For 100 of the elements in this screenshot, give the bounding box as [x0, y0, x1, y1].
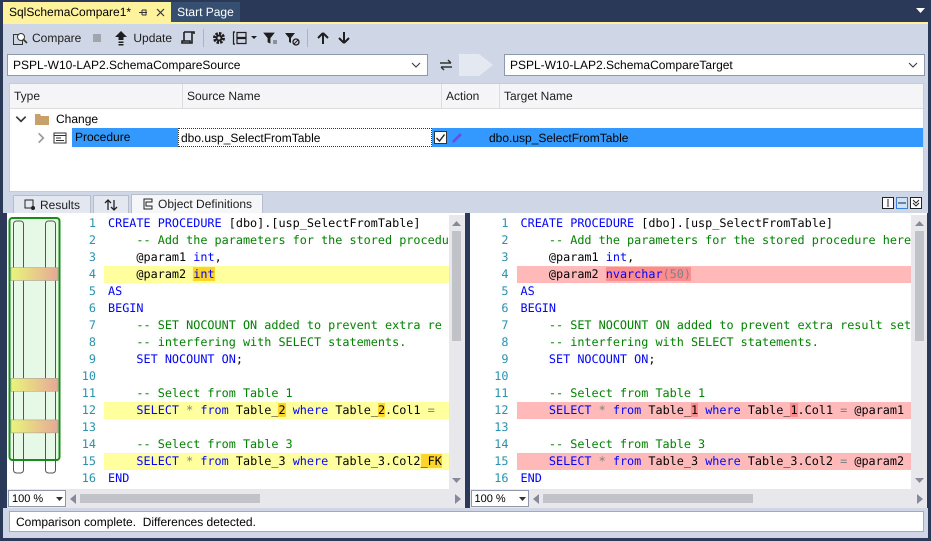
zoom-dropdown[interactable]: 100 % [8, 490, 66, 507]
swap-icon[interactable] [439, 58, 453, 70]
code-line: -- interfering with SELECT statements. [548, 334, 820, 351]
type-cell[interactable]: Procedure [72, 128, 178, 147]
line-number: 8 [88, 334, 96, 351]
dropdown-arrow-icon[interactable] [56, 496, 63, 500]
code-line: -- SET NOCOUNT ON added to prevent extra result set [548, 317, 911, 334]
group-by-icon[interactable] [232, 30, 258, 46]
down-arrow-icon[interactable] [336, 30, 352, 46]
settings-icon[interactable] [211, 30, 228, 46]
folder-icon [34, 112, 50, 126]
line-number: 6 [500, 300, 508, 317]
result-tab[interactable]: Object Definitions [131, 194, 264, 213]
filter-icon[interactable] [263, 30, 280, 46]
code-line: BEGIN [520, 300, 558, 317]
include-checkbox[interactable] [434, 131, 447, 144]
code-line: BEGIN [107, 300, 145, 317]
line-number: 3 [88, 249, 96, 266]
code-line: CREATE PROCEDURE [dbo].[usp_SelectFromTable] [520, 215, 834, 232]
scroll-down-icon[interactable] [914, 476, 924, 485]
scroll-down-icon[interactable] [452, 476, 461, 485]
script-icon[interactable] [180, 30, 196, 46]
source-name-cell[interactable]: dbo.usp_SelectFromTable [178, 128, 432, 147]
line-number: 11 [80, 385, 96, 402]
scroll-right-icon[interactable] [454, 494, 460, 504]
line-number: 7 [500, 317, 508, 334]
column-header[interactable]: Source Name [183, 84, 442, 108]
line-number: 8 [500, 334, 508, 351]
code-line: -- Add the parameters for the stored procedu [135, 232, 448, 249]
tab-list-icon[interactable] [916, 8, 925, 14]
update-button[interactable]: Update [110, 28, 176, 48]
sort-arrows-icon [104, 198, 118, 210]
line-number: 1 [500, 215, 508, 232]
line-number: 9 [500, 351, 508, 368]
line-number: 4 [500, 266, 508, 283]
scroll-thumb[interactable] [452, 231, 461, 341]
column-header[interactable]: Action [442, 84, 500, 108]
line-number: 15 [493, 453, 508, 470]
pin-icon[interactable] [139, 8, 148, 16]
close-icon[interactable] [156, 8, 166, 16]
scroll-thumb[interactable] [80, 494, 260, 503]
scroll-right-icon[interactable] [917, 494, 923, 504]
compare-button[interactable]: Compare [9, 28, 84, 48]
vertical-scrollbar[interactable] [911, 215, 927, 489]
line-number: 16 [80, 470, 96, 487]
group-label: Change [56, 112, 98, 126]
line-number: 2 [500, 232, 508, 249]
code-line: SET NOCOUNT ON; [548, 351, 656, 368]
column-header[interactable]: Target Name [500, 84, 923, 108]
line-number: 14 [493, 436, 508, 453]
zoom-dropdown[interactable]: 100 % [470, 490, 528, 507]
line-number: 12 [493, 402, 508, 419]
sort-tab[interactable] [93, 195, 130, 213]
line-number: 15 [80, 453, 96, 470]
scroll-left-icon[interactable] [532, 494, 538, 504]
code-line: -- Add the parameters for the stored procedure here [548, 232, 911, 249]
line-number: 10 [493, 368, 508, 385]
line-number: 14 [80, 436, 96, 453]
line-number: 11 [493, 385, 508, 402]
code-line: -- Select from Table 1 [548, 385, 706, 402]
code-line: -- Select from Table 1 [135, 385, 294, 402]
target-dropdown[interactable]: PSPL-W10-LAP2.SchemaCompareTarget [504, 54, 925, 76]
upload-arrow-icon[interactable] [113, 30, 130, 46]
scroll-thumb[interactable] [542, 494, 752, 503]
code-line: END [520, 470, 543, 487]
line-number: 6 [88, 300, 96, 317]
scroll-left-icon[interactable] [70, 494, 76, 504]
line-number: 13 [80, 419, 96, 436]
line-number: 7 [88, 317, 96, 334]
result-tab[interactable]: Results [13, 195, 92, 213]
code-line: END [107, 470, 130, 487]
code-line: -- Select from Table 3 [548, 436, 706, 453]
column-header[interactable]: Type [10, 84, 183, 108]
code-line: CREATE PROCEDURE [dbo].[usp_SelectFromTable] [107, 215, 422, 232]
up-arrow-icon[interactable] [315, 30, 332, 46]
line-number: 16 [493, 470, 508, 487]
line-number: 5 [500, 283, 508, 300]
code-line: -- SET NOCOUNT ON added to prevent extra re [135, 317, 443, 334]
status-text: Comparison complete. Differences detected. [9, 511, 924, 532]
vertical-scrollbar[interactable] [448, 215, 464, 489]
definitions-icon [142, 198, 154, 210]
scroll-thumb[interactable] [914, 231, 924, 341]
document-tab[interactable]: SqlSchemaCompare1* [3, 2, 172, 22]
line-number: 12 [80, 402, 96, 419]
code-line: AS [520, 283, 536, 300]
dropdown-arrow-icon[interactable] [518, 496, 526, 500]
line-number: 5 [88, 283, 96, 300]
code-line: SET NOCOUNT ON; [135, 351, 244, 368]
line-number: 9 [88, 351, 96, 368]
results-icon [24, 198, 36, 210]
scroll-up-icon[interactable] [452, 219, 461, 228]
source-dropdown[interactable]: PSPL-W10-LAP2.SchemaCompareSource [7, 54, 428, 76]
scroll-up-icon[interactable] [914, 219, 924, 228]
line-number: 4 [88, 266, 96, 283]
document-tab[interactable]: Start Page [171, 2, 240, 22]
code-line: -- Select from Table 3 [135, 436, 294, 453]
code-line: @param1 int, [135, 249, 223, 266]
target-name-cell: dbo.usp_SelectFromTable [485, 128, 923, 147]
procedure-icon [53, 130, 67, 144]
line-number: 1 [88, 215, 96, 232]
